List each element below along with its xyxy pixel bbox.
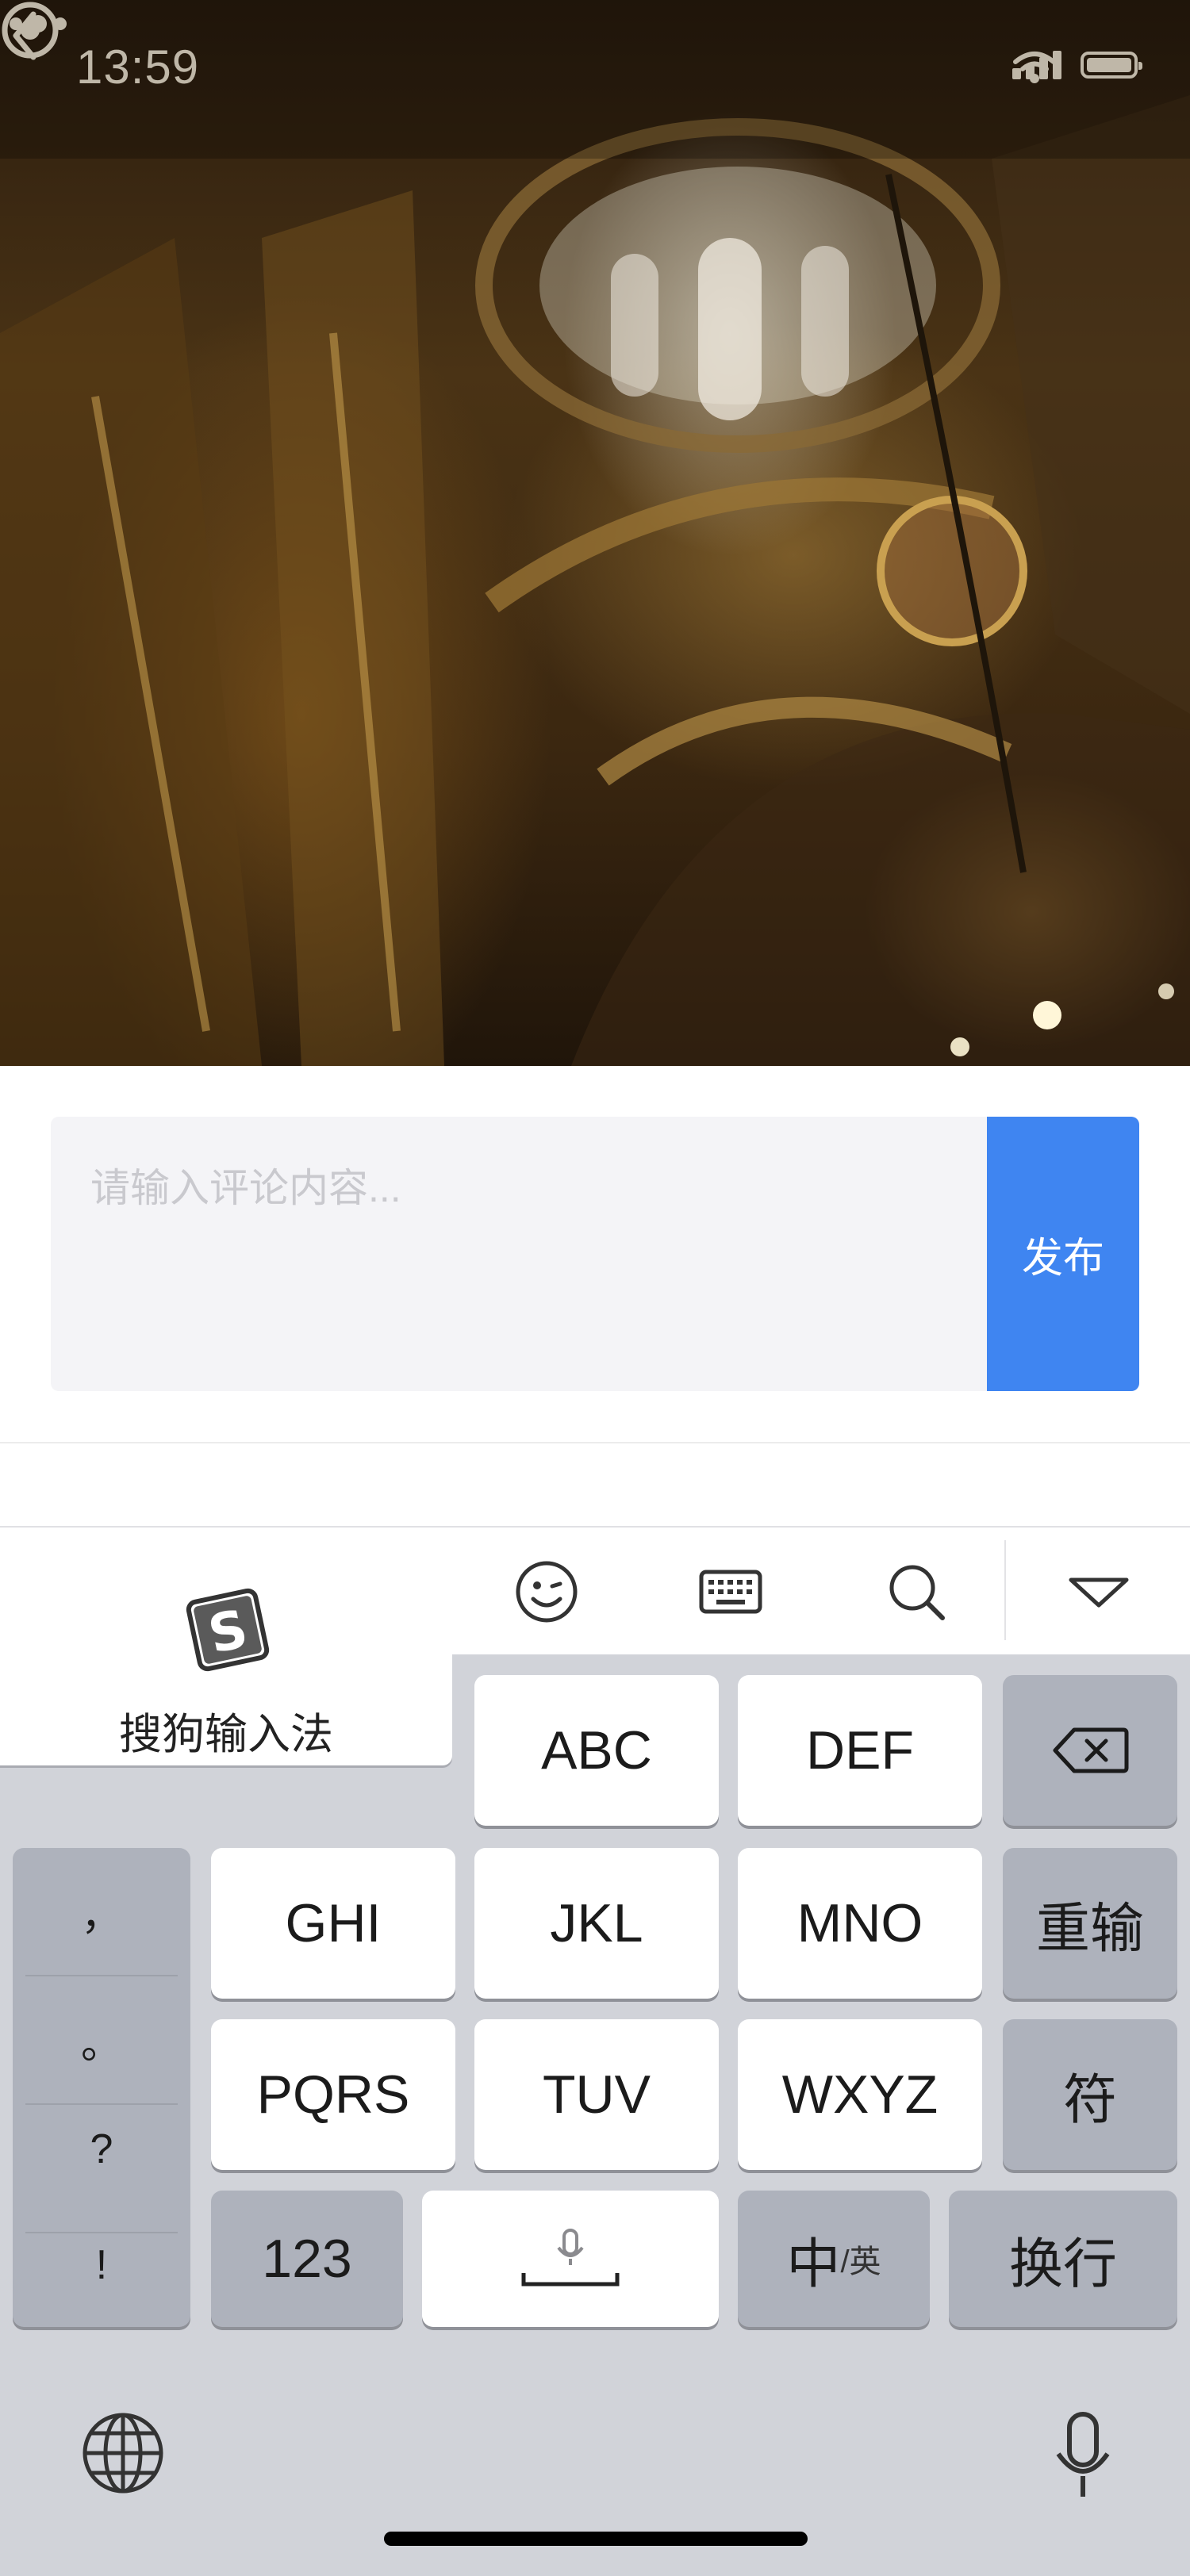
key-reinput[interactable]: 重输: [1003, 1848, 1177, 1999]
key-def[interactable]: DEF: [738, 1675, 982, 1826]
collapse-keyboard-icon[interactable]: [1063, 1556, 1134, 1627]
key-newline[interactable]: 换行: [949, 2191, 1177, 2327]
key-ghi[interactable]: GHI: [211, 1848, 455, 1999]
key-tuv[interactable]: TUV: [474, 2019, 719, 2170]
comment-input[interactable]: [51, 1117, 987, 1391]
key-comma[interactable]: ，: [25, 1848, 178, 1975]
key-chinese-english-toggle[interactable]: 中/英: [738, 2191, 930, 2327]
key-space[interactable]: [422, 2191, 719, 2327]
key-wxyz[interactable]: WXYZ: [738, 2019, 982, 2170]
key-backspace[interactable]: [1003, 1675, 1177, 1826]
status-time: 13:59: [76, 40, 200, 94]
space-mic-icon: [521, 2229, 620, 2287]
keyboard-icon[interactable]: [695, 1556, 766, 1627]
keyboard-brand-label: 搜狗输入法: [119, 1711, 333, 1758]
key-exclamation[interactable]: !: [25, 2202, 178, 2327]
header-photo: 13:59: [0, 0, 1190, 1066]
toolbar-separator: [1004, 1540, 1006, 1640]
publish-button[interactable]: 发布: [987, 1117, 1139, 1391]
sogou-logo-icon: S: [186, 1588, 270, 1672]
punctuation-column: ， 。 ? !: [13, 1848, 190, 2327]
key-symbol[interactable]: 符: [1003, 2019, 1177, 2170]
emoji-icon[interactable]: [511, 1556, 582, 1627]
comment-box: 发布: [51, 1117, 1139, 1391]
key-abc[interactable]: ABC: [474, 1675, 719, 1826]
close-miniprogram-icon[interactable]: [0, 0, 60, 60]
wifi-icon: [1013, 52, 1056, 83]
globe-icon[interactable]: [79, 2409, 167, 2497]
key-jkl[interactable]: JKL: [474, 1848, 719, 1999]
status-bar: 13:59: [0, 0, 1190, 140]
key-question[interactable]: ?: [25, 2086, 178, 2213]
divider: [0, 1442, 1190, 1443]
keyboard-toolbar: [0, 1526, 1190, 1654]
backspace-icon: [1053, 1727, 1129, 1773]
key-pqrs[interactable]: PQRS: [211, 2019, 455, 2170]
key-chinese-label: 中: [786, 2233, 841, 2294]
status-icons: [1012, 51, 1142, 83]
microphone-icon[interactable]: [1047, 2409, 1119, 2505]
comment-section: 发布: [0, 1066, 1190, 1529]
key-english-sub: /英: [840, 2244, 881, 2279]
church-interior-illustration: [0, 0, 1190, 1066]
key-mno[interactable]: MNO: [738, 1848, 982, 1999]
search-icon[interactable]: [881, 1556, 952, 1627]
battery-icon: [1081, 52, 1142, 79]
key-period[interactable]: 。: [25, 1976, 178, 2103]
key-numbers[interactable]: 123: [211, 2191, 403, 2327]
home-indicator: [384, 2532, 808, 2546]
